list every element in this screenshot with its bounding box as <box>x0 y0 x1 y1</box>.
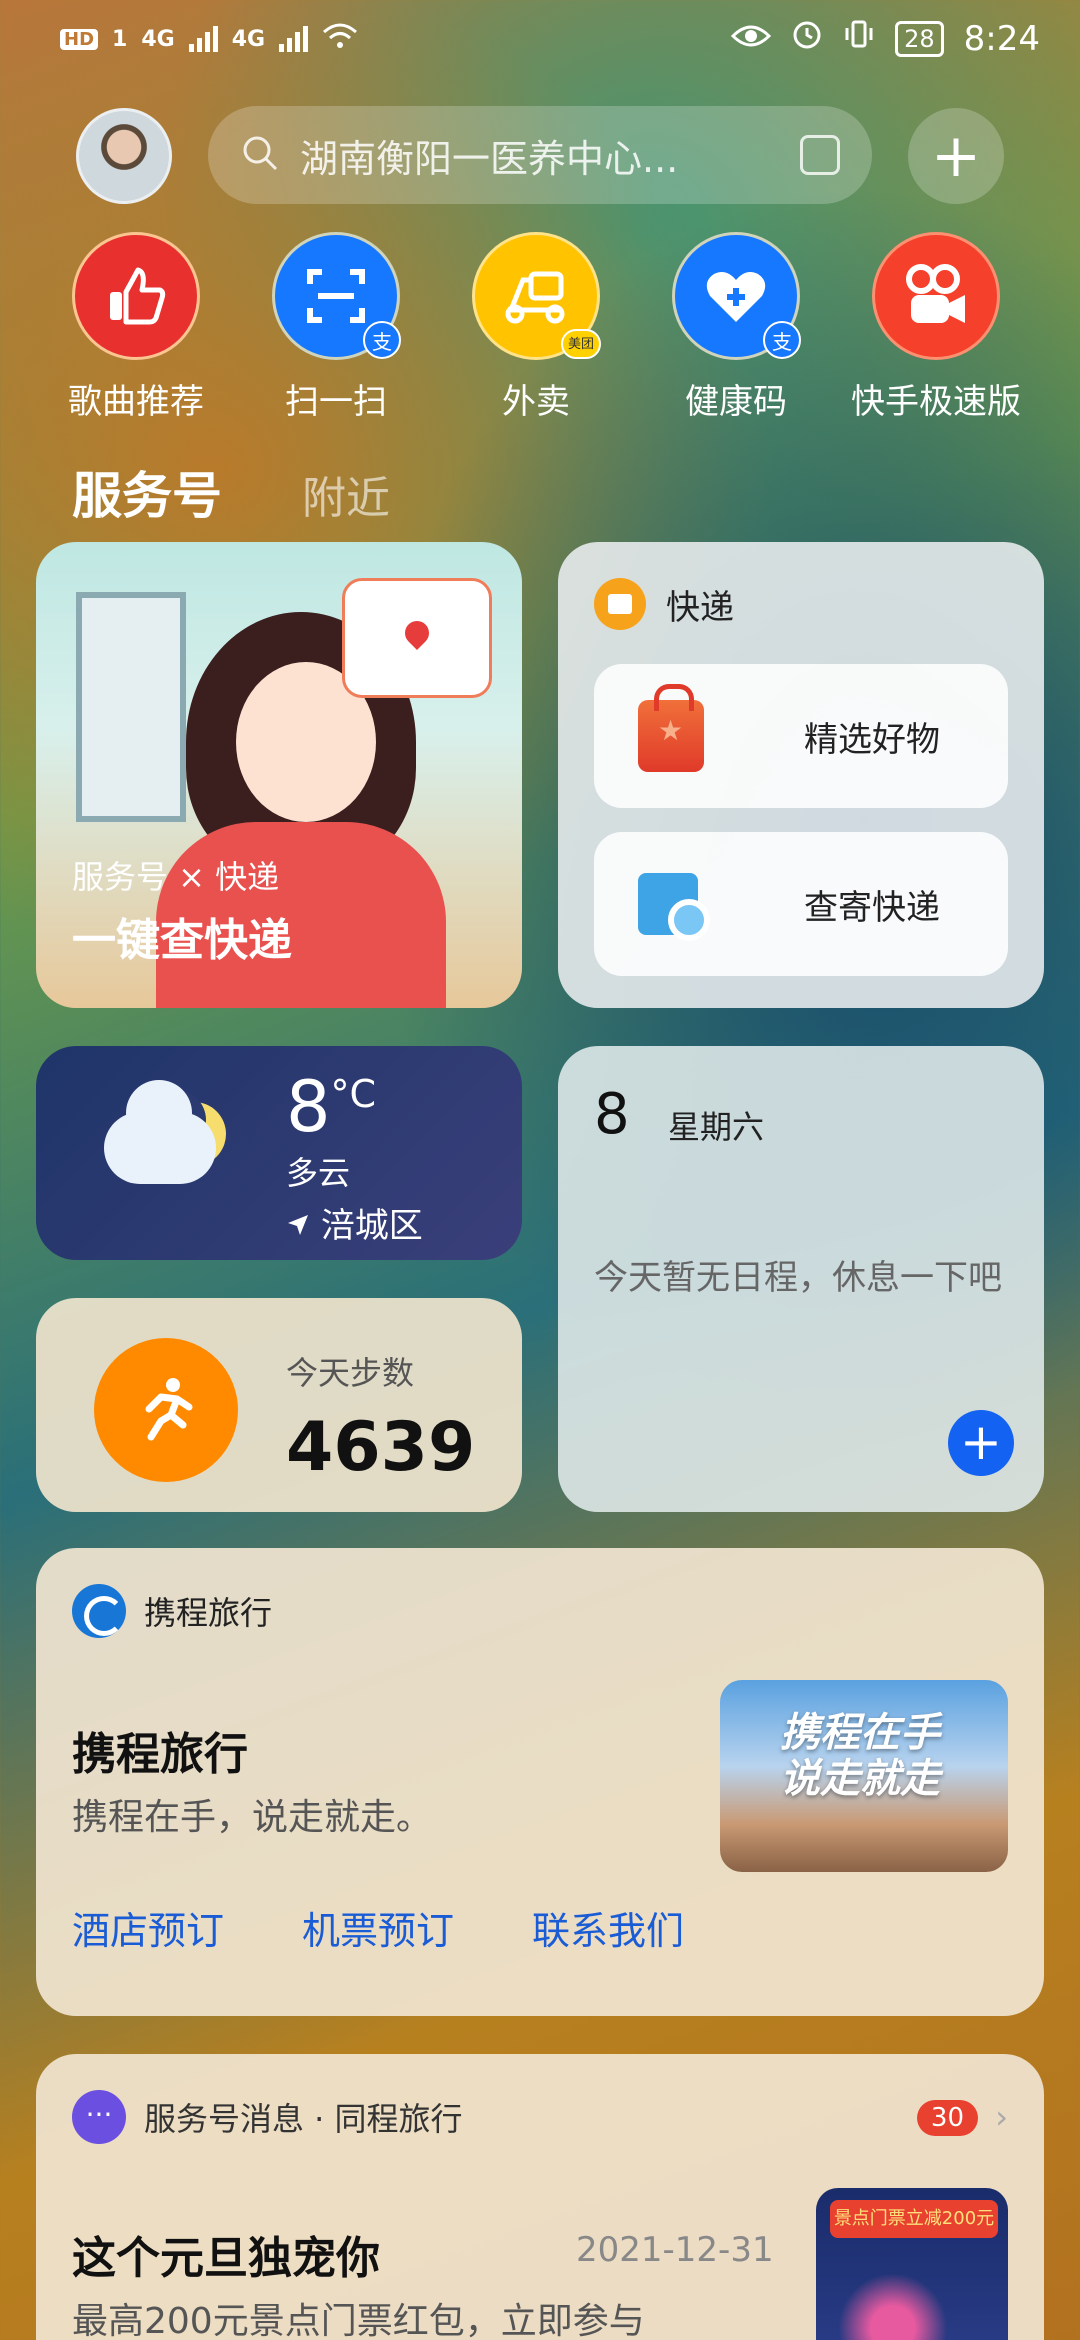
status-bar: HD 1 4G 4G 28 8:24 <box>0 0 1080 80</box>
ctrip-title: 携程旅行 <box>72 1729 248 1780</box>
steps-card[interactable]: 今天步数 4639 <box>36 1298 522 1512</box>
battery-indicator: 28 <box>895 20 944 57</box>
ctrip-card[interactable]: 携程旅行 携程旅行 携程在手，说走就走。 携程在手 说走就走 酒店预订 机票预订… <box>36 1548 1044 2016</box>
hotel-booking-link[interactable]: 酒店预订 <box>72 1900 224 1955</box>
location-arrow-icon <box>288 1215 308 1235</box>
running-icon <box>94 1338 238 1482</box>
message-date: 2021-12-31 <box>576 2230 774 2270</box>
chat-bubble-icon: ··· <box>72 2090 126 2144</box>
network-type-2: 4G <box>231 26 266 52</box>
temperature-unit: °C <box>330 1072 377 1116</box>
express-card-title: 快递 <box>666 587 734 628</box>
button-label: 精选好物 <box>804 719 940 760</box>
flight-booking-link[interactable]: 机票预订 <box>302 1900 454 1955</box>
scooter-icon: 美团 <box>472 232 601 360</box>
express-card[interactable]: 快递 精选好物 查寄快递 <box>558 542 1044 1008</box>
thumb-text-2: 说走就走 <box>780 1756 940 1802</box>
selected-goods-button[interactable]: 精选好物 <box>594 664 1008 808</box>
message-header: 服务号消息 · 同程旅行 <box>144 2100 463 2138</box>
message-title: 这个元旦独宠你 <box>72 2233 380 2284</box>
kuaishou-icon <box>872 232 1000 360</box>
meituan-badge: 美团 <box>561 329 601 359</box>
app-label: 快手极速版 <box>851 382 1021 422</box>
avatar[interactable] <box>76 108 172 204</box>
app-health-code[interactable]: 支 健康码 <box>636 232 836 423</box>
calendar-card[interactable]: 8 星期六 今天暂无日程，休息一下吧 + <box>558 1046 1044 1512</box>
thumbs-up-icon <box>72 232 200 360</box>
map-bubble-illustration <box>342 578 492 698</box>
cloud-icon <box>104 1080 216 1184</box>
track-express-button[interactable]: 查寄快递 <box>594 832 1008 976</box>
weather-condition: 多云 <box>286 1154 351 1192</box>
network-type-1: 4G <box>141 26 175 52</box>
chevron-right-icon[interactable]: › <box>995 2098 1008 2136</box>
app-song-recommend[interactable]: 歌曲推荐 <box>36 232 236 423</box>
temperature-value: 8 <box>286 1066 331 1148</box>
app-shortcuts: 歌曲推荐 支 扫一扫 美团 外卖 支 健康码 快手极速版 <box>0 232 1080 422</box>
thumb-text-1: 携程在手 <box>780 1710 940 1756</box>
express-banner-card[interactable]: 服务号 × 快递 一键查快递 <box>36 542 522 1008</box>
alipay-badge: 支 <box>363 321 401 359</box>
tab-nearby[interactable]: 附近 <box>302 462 390 526</box>
location-text: 涪城区 <box>320 1206 423 1246</box>
calendar-weekday: 星期六 <box>668 1108 765 1146</box>
button-label: 查寄快递 <box>804 887 940 928</box>
unread-count-badge: 30 <box>916 2100 978 2136</box>
shopping-bag-icon <box>638 684 704 772</box>
add-event-button[interactable]: + <box>948 1410 1014 1476</box>
illustration-shelf <box>76 592 186 822</box>
ctrip-logo-icon <box>72 1584 126 1638</box>
banner-subtitle: 服务号 × 快递 <box>72 858 280 896</box>
steps-label: 今天步数 <box>286 1354 415 1392</box>
app-scan[interactable]: 支 扫一扫 <box>236 232 436 423</box>
sim-indicator: 1 <box>112 26 128 52</box>
alipay-badge: 支 <box>763 321 801 359</box>
app-label: 健康码 <box>685 382 787 422</box>
contact-us-link[interactable]: 联系我们 <box>532 1900 684 1955</box>
app-label: 扫一扫 <box>285 382 387 422</box>
eye-icon <box>730 19 772 59</box>
clock: 8:24 <box>963 18 1040 59</box>
message-thumbnail: 景点门票立减200元 <box>816 2188 1008 2340</box>
scan-icon: 支 <box>272 232 401 360</box>
app-label: 歌曲推荐 <box>68 382 204 422</box>
thumb-banner: 景点门票立减200元 <box>830 2200 998 2238</box>
express-box-icon <box>594 578 646 630</box>
calendar-day: 8 <box>594 1082 630 1147</box>
scan-icon[interactable] <box>800 135 840 175</box>
calendar-empty-text: 今天暂无日程，休息一下吧 <box>594 1258 1002 1298</box>
tab-service[interactable]: 服务号 <box>72 456 222 528</box>
search-icon <box>240 133 280 177</box>
app-label: 外卖 <box>502 382 570 422</box>
message-desc: 最高200元景点门票红包，立即参与 <box>72 2301 645 2340</box>
search-placeholder: 湖南衡阳一医养中心... <box>300 136 679 181</box>
heart-plus-icon: 支 <box>672 232 801 360</box>
temperature: 8°C <box>286 1066 376 1148</box>
location-pin-icon <box>400 616 434 650</box>
app-kuaishou-lite[interactable]: 快手极速版 <box>836 232 1036 423</box>
weather-card[interactable]: 8°C 多云 涪城区 <box>36 1046 522 1260</box>
ctrip-desc: 携程在手，说走就走。 <box>72 1797 433 1838</box>
app-takeout[interactable]: 美团 外卖 <box>436 232 636 423</box>
signal-icon-2 <box>279 26 309 52</box>
ctrip-thumbnail: 携程在手 说走就走 <box>720 1680 1008 1872</box>
service-message-card[interactable]: ··· 服务号消息 · 同程旅行 30 › 这个元旦独宠你 2021-12-31… <box>36 2054 1044 2340</box>
hd-indicator: HD <box>60 28 99 50</box>
vibrate-icon <box>843 18 875 59</box>
add-button[interactable]: + <box>908 108 1004 204</box>
search-document-icon <box>638 873 710 941</box>
alarm-icon <box>791 18 823 59</box>
steps-count: 4639 <box>286 1408 476 1487</box>
banner-title: 一键查快递 <box>72 915 292 966</box>
weather-location: 涪城区 <box>286 1198 423 1247</box>
signal-icon <box>188 26 218 52</box>
ctrip-header: 携程旅行 <box>144 1594 273 1632</box>
search-bar[interactable]: 湖南衡阳一医养中心... <box>208 106 872 204</box>
wifi-icon <box>322 22 358 56</box>
